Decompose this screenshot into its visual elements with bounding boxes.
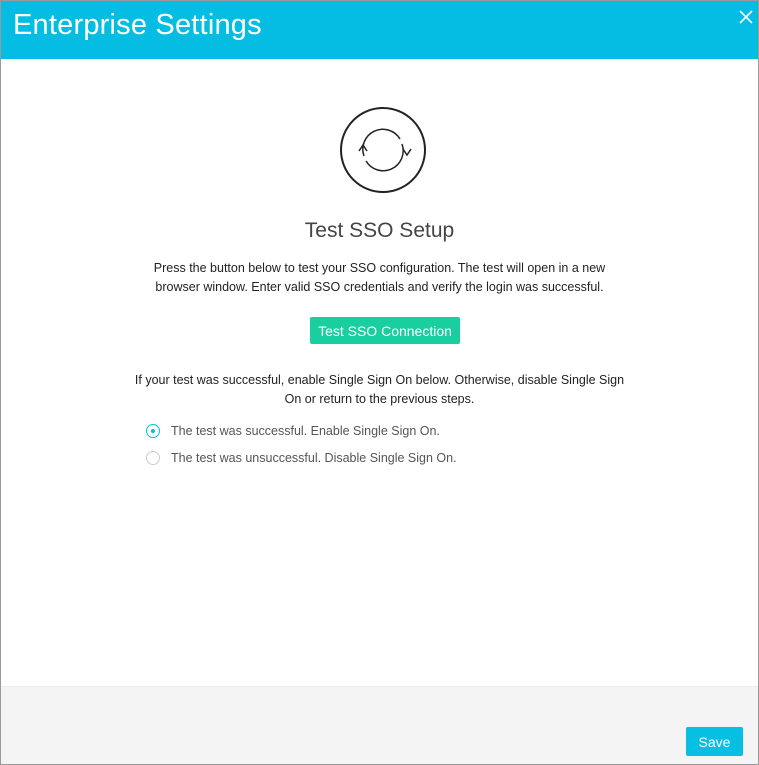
test-sso-connection-button[interactable]: Test SSO Connection xyxy=(310,317,460,344)
radio-option-failure[interactable]: The test was unsuccessful. Disable Singl… xyxy=(146,449,457,467)
radio-failure-label: The test was unsuccessful. Disable Singl… xyxy=(171,451,457,465)
radio-success-label: The test was successful. Enable Single S… xyxy=(171,424,440,438)
radio-failure[interactable] xyxy=(146,451,160,465)
radio-success[interactable] xyxy=(146,424,160,438)
enterprise-settings-dialog: Enterprise Settings Test SSO Setup Press… xyxy=(0,0,759,765)
save-button[interactable]: Save xyxy=(686,727,743,756)
dialog-header: Enterprise Settings xyxy=(1,1,758,59)
close-icon[interactable] xyxy=(736,7,756,27)
test-description: Press the button below to test your SSO … xyxy=(153,261,606,294)
sync-icon xyxy=(340,107,426,193)
section-title: Test SSO Setup xyxy=(304,219,455,242)
radio-option-success[interactable]: The test was successful. Enable Single S… xyxy=(146,422,440,440)
followup-instructions: If your test was successful, enable Sing… xyxy=(134,373,625,406)
dialog-title: Enterprise Settings xyxy=(13,9,262,41)
dialog-footer xyxy=(1,686,758,764)
